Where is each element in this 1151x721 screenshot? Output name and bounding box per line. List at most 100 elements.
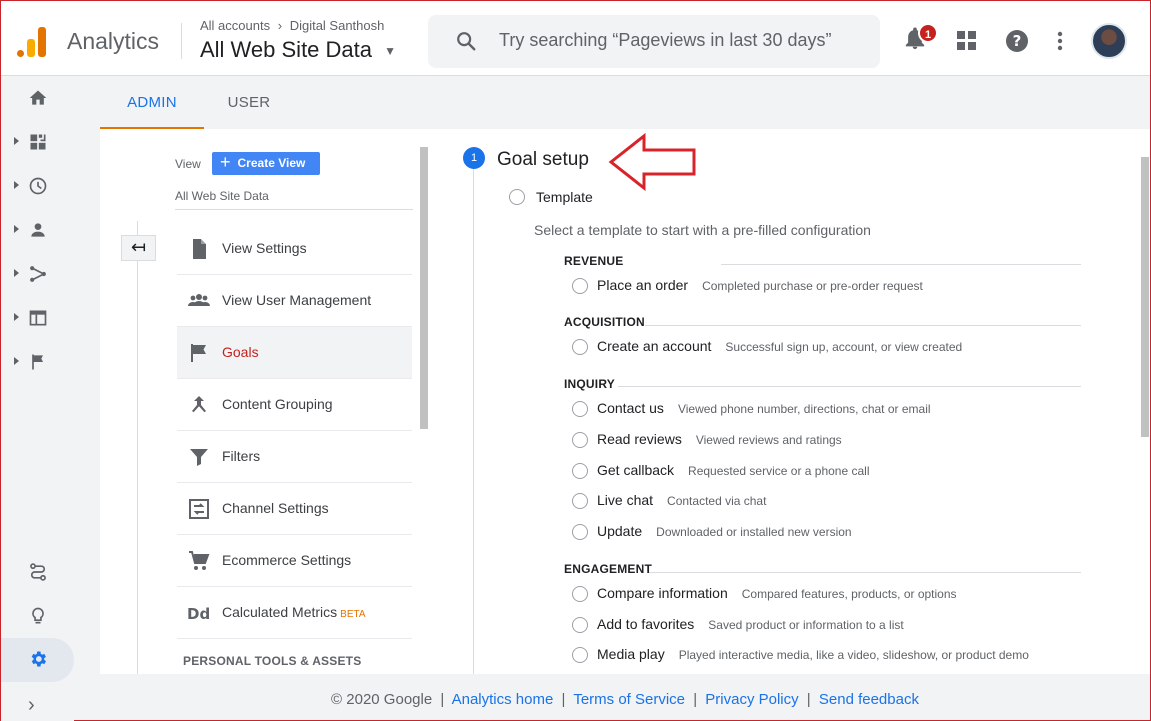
footer-separator: | <box>693 691 698 708</box>
expand-nav-chevron-icon[interactable]: › <box>28 694 35 717</box>
option-name: Place an order <box>597 277 689 293</box>
breadcrumb-property[interactable]: Digital Santhosh <box>290 18 385 33</box>
svg-text:Dd: Dd <box>187 605 210 623</box>
option-radio[interactable] <box>572 401 588 417</box>
option-radio[interactable] <box>572 647 588 663</box>
menu-scrollbar[interactable] <box>420 147 428 429</box>
breadcrumb[interactable]: All accounts › Digital Santhosh <box>200 18 384 33</box>
search-placeholder: Try searching “Pageviews in last 30 days… <box>499 30 832 50</box>
menu-item-ecommerce-settings[interactable]: Ecommerce Settings <box>177 535 412 587</box>
option-name: Add to favorites <box>597 616 695 632</box>
option-radio[interactable] <box>572 463 588 479</box>
nav-behavior[interactable] <box>1 297 74 341</box>
nav-admin[interactable] <box>1 638 74 682</box>
menu-item-label: View Settings <box>222 240 307 256</box>
divider <box>645 325 1081 326</box>
breadcrumb-account[interactable]: All accounts <box>200 18 270 33</box>
option-radio[interactable] <box>572 339 588 355</box>
view-selector-label: All Web Site Data <box>200 37 373 62</box>
search-box[interactable]: Try searching “Pageviews in last 30 days… <box>428 15 880 68</box>
left-nav: › <box>1 77 74 721</box>
tab-user[interactable]: USER <box>204 77 294 129</box>
content-grouping-icon <box>192 396 206 413</box>
nav-realtime[interactable] <box>1 165 74 209</box>
current-view-name[interactable]: All Web Site Data <box>175 189 269 203</box>
template-radio[interactable] <box>509 189 525 205</box>
nav-audience[interactable] <box>1 209 74 253</box>
filter-icon <box>190 449 208 466</box>
nav-attribution[interactable] <box>1 551 74 595</box>
caret-down-icon: ▼ <box>384 44 397 59</box>
menu-item-label: Goals <box>222 344 259 360</box>
acquisition-icon <box>30 266 46 282</box>
nav-acquisition[interactable] <box>1 253 74 297</box>
view-selector[interactable]: All Web Site Data ▼ <box>200 37 396 63</box>
dashboard-icon <box>30 134 46 150</box>
copyright-text: © 2020 Google <box>331 691 433 708</box>
cart-icon <box>189 551 210 570</box>
nav-conversions[interactable] <box>1 341 74 385</box>
menu-item-label: Channel Settings <box>222 500 329 516</box>
option-radio[interactable] <box>572 617 588 633</box>
create-view-button[interactable]: + Create View <box>212 152 320 175</box>
apps-grid-icon[interactable] <box>957 31 977 51</box>
menu-item-calculated-metrics[interactable]: Dd Calculated Metrics BETA <box>177 587 412 639</box>
option-name: Update <box>597 523 643 539</box>
menu-item-content-grouping[interactable]: Content Grouping <box>177 379 412 431</box>
divider <box>618 386 1081 387</box>
menu-item-view-user-management[interactable]: View User Management <box>177 275 412 327</box>
option-description: Viewed reviews and ratings <box>695 433 842 447</box>
content-scrollbar[interactable] <box>1141 157 1149 437</box>
back-arrow-button[interactable]: ↤ <box>121 235 156 261</box>
footer-separator: | <box>561 691 566 708</box>
option-name: Read reviews <box>597 431 682 447</box>
option-radio[interactable] <box>572 278 588 294</box>
option-name: Contact us <box>597 400 664 416</box>
option-description: Compared features, products, or options <box>741 587 957 601</box>
menu-item-view-settings[interactable]: View Settings <box>177 223 412 275</box>
footer-link-terms[interactable]: Terms of Service <box>573 691 685 708</box>
divider <box>649 572 1081 573</box>
tab-admin[interactable]: ADMIN <box>100 77 204 129</box>
home-icon <box>29 90 47 105</box>
option-radio[interactable] <box>572 432 588 448</box>
option-name: Media play <box>597 646 665 662</box>
option-name: Create an account <box>597 338 712 354</box>
footer-separator: | <box>440 691 445 708</box>
expand-arrow-icon <box>14 269 19 277</box>
option-radio[interactable] <box>572 524 588 540</box>
svg-text:?: ? <box>1013 32 1022 50</box>
divider <box>721 264 1081 265</box>
flag-icon <box>32 354 43 370</box>
option-radio[interactable] <box>572 493 588 509</box>
template-label: Template <box>536 189 593 205</box>
category-acquisition: ACQUISITION <box>564 315 645 329</box>
menu-item-channel-settings[interactable]: Channel Settings <box>177 483 412 535</box>
footer-link-analytics-home[interactable]: Analytics home <box>452 691 554 708</box>
option-radio[interactable] <box>572 586 588 602</box>
attribution-icon <box>30 563 46 581</box>
footer-link-send-feedback[interactable]: Send feedback <box>819 691 919 708</box>
document-icon <box>193 239 206 259</box>
header-divider <box>181 23 182 59</box>
nav-discover[interactable] <box>1 595 74 639</box>
step-number-badge: 1 <box>463 147 485 169</box>
nav-home[interactable] <box>1 77 74 121</box>
option-description: Saved product or information to a list <box>708 618 904 632</box>
lightbulb-icon <box>32 607 44 624</box>
more-vert-icon[interactable] <box>1056 31 1064 51</box>
view-settings-menu: View Settings View User Management Goals… <box>177 223 412 639</box>
category-engagement: ENGAGEMENT <box>564 562 653 576</box>
app-name[interactable]: Analytics <box>67 28 159 55</box>
view-column-label: View <box>175 157 201 171</box>
nav-customization[interactable] <box>1 121 74 165</box>
channel-settings-icon <box>189 499 209 519</box>
option-name: Live chat <box>597 492 654 508</box>
footer-link-privacy[interactable]: Privacy Policy <box>705 691 798 708</box>
chevron-right-icon: › <box>277 18 283 33</box>
help-icon[interactable]: ? <box>1005 29 1029 53</box>
analytics-logo-icon[interactable] <box>17 25 47 57</box>
menu-item-filters[interactable]: Filters <box>177 431 412 483</box>
menu-item-goals[interactable]: Goals <box>177 327 412 379</box>
user-avatar[interactable] <box>1091 23 1127 59</box>
